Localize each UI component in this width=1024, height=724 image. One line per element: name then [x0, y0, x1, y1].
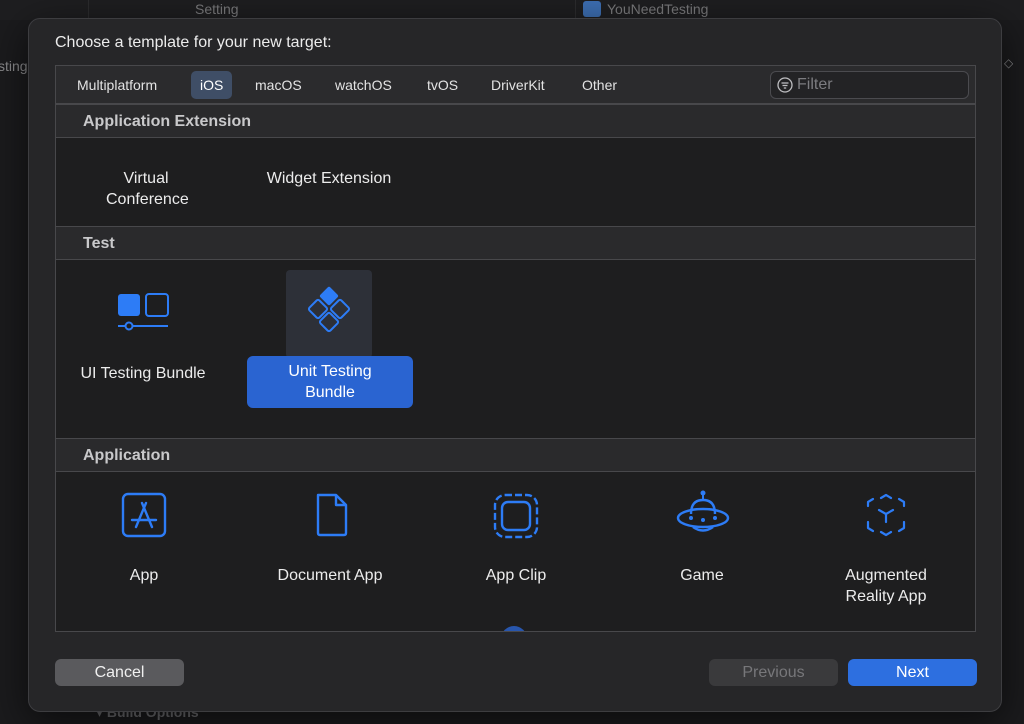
template-panel: Multiplatform iOS macOS watchOS tvOS Dri…: [55, 65, 976, 632]
app-store-icon: [121, 492, 167, 538]
previous-button[interactable]: Previous: [709, 659, 838, 686]
app-clip-icon: [493, 493, 539, 539]
section-header-test: Test: [56, 226, 975, 260]
tab-other[interactable]: Other: [573, 71, 626, 99]
template-label: Virtual Conference: [106, 170, 189, 208]
unit-testing-icon: [307, 286, 351, 333]
template-label: Unit Testing Bundle: [288, 363, 372, 401]
template-app[interactable]: App: [94, 480, 194, 590]
template-game[interactable]: Game: [652, 480, 752, 590]
document-icon: [316, 493, 348, 537]
project-icon: [583, 1, 601, 17]
filter-input[interactable]: [797, 76, 957, 94]
template-label: App: [129, 567, 159, 584]
template-label: Document App: [277, 567, 383, 584]
background-left-fragment: sting: [0, 58, 28, 74]
tab-driverkit[interactable]: DriverKit: [482, 71, 554, 99]
tab-tvos[interactable]: tvOS: [418, 71, 467, 99]
tab-watchos[interactable]: watchOS: [326, 71, 401, 99]
template-label: Augmented Reality App: [845, 567, 927, 605]
background-project-label: YouNeedTesting: [607, 1, 709, 17]
template-label-selected: Unit Testing Bundle: [247, 356, 413, 408]
tab-macos[interactable]: macOS: [246, 71, 311, 99]
template-widget-extension[interactable]: Widget Extension: [249, 168, 409, 192]
template-document-app[interactable]: Document App: [260, 480, 400, 590]
game-ufo-icon: [676, 490, 730, 532]
section-header-application-extension: Application Extension: [56, 104, 975, 138]
dialog-title: Choose a template for your new target:: [55, 34, 332, 51]
tab-ios[interactable]: iOS: [191, 71, 233, 99]
template-label: UI Testing Bundle: [80, 365, 206, 382]
template-ui-testing-bundle[interactable]: UI Testing Bundle: [68, 278, 218, 388]
background-toolbar: [0, 0, 1024, 20]
filter-icon: [777, 77, 793, 93]
new-target-dialog: Choose a template for your new target: M…: [28, 18, 1002, 712]
template-label: Widget Extension: [266, 170, 392, 187]
background-tab-setting: Setting: [195, 1, 239, 17]
next-button[interactable]: Next: [848, 659, 977, 686]
tab-multiplatform[interactable]: Multiplatform: [68, 71, 166, 99]
template-augmented-reality-app[interactable]: Augmented Reality App: [826, 480, 946, 610]
filter-field[interactable]: [770, 71, 969, 99]
template-app-clip[interactable]: App Clip: [466, 480, 566, 590]
background-divider: [88, 0, 89, 20]
template-virtual-conference[interactable]: Virtual Conference: [86, 168, 206, 214]
ui-testing-icon: [118, 293, 169, 331]
partial-template-icon: [501, 626, 527, 631]
platform-tabbar: Multiplatform iOS macOS watchOS tvOS Dri…: [56, 66, 975, 104]
section-header-application: Application: [56, 438, 975, 472]
ar-cube-icon: [866, 493, 906, 537]
cancel-button[interactable]: Cancel: [55, 659, 184, 686]
background-right-fragment: ◇: [1004, 56, 1014, 70]
background-divider: [575, 0, 576, 20]
background-project-title: YouNeedTesting: [583, 1, 708, 17]
template-label: App Clip: [485, 567, 547, 584]
template-label: Game: [680, 567, 724, 584]
